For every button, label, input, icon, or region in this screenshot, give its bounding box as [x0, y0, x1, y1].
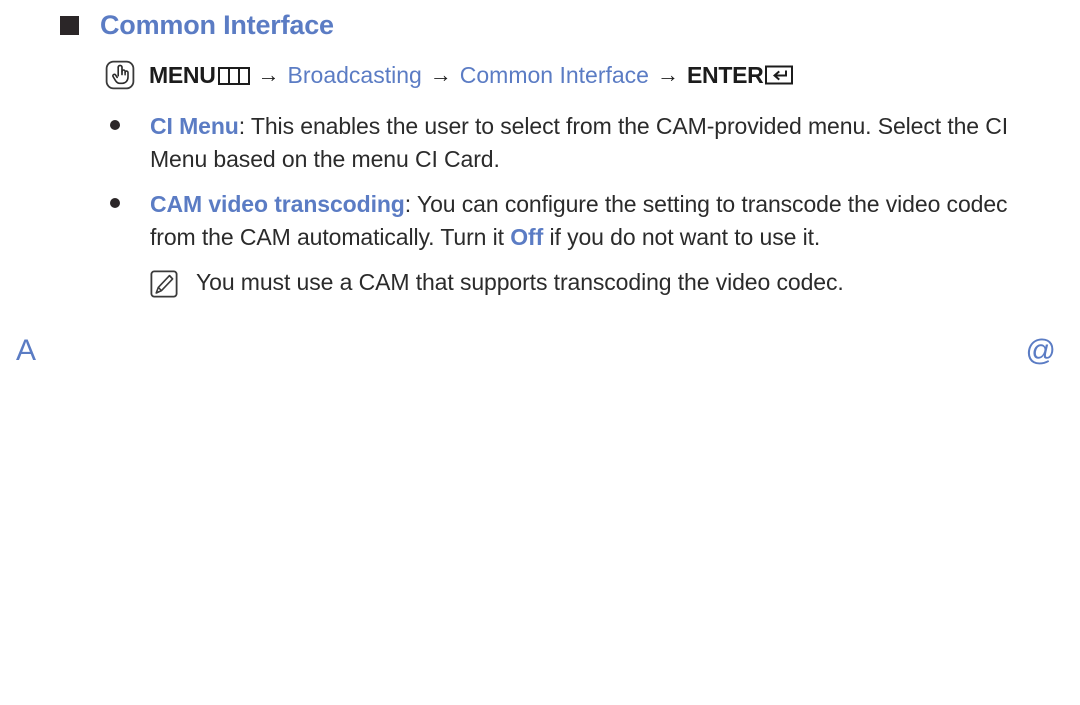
list-item-term: CAM video transcoding [150, 191, 405, 217]
list-item-body: CAM video transcoding: You can configure… [150, 188, 1040, 254]
list-item-description-after: if you do not want to use it. [543, 224, 821, 250]
path-arrow-1: → [257, 62, 280, 87]
list-item-term: CI Menu [150, 113, 239, 139]
menu-button-icon [217, 66, 250, 85]
page-title: Common Interface [100, 10, 334, 40]
menu-path-breadcrumb: MENU → Broadcasting → Common Interface →… [105, 60, 794, 90]
touch-hand-icon [105, 60, 135, 90]
footer-right-mark: @ [1025, 334, 1056, 367]
manual-page: Common Interface MENU → Broadcasting → C… [0, 0, 1080, 705]
list-item-description: This enables the user to select from the… [150, 113, 1009, 172]
note-pencil-icon [150, 270, 178, 298]
heading-square-bullet-icon [60, 16, 79, 35]
list-item-body: CI Menu: This enables the user to select… [150, 110, 1040, 176]
footer-left-mark: A [16, 334, 37, 367]
enter-button-label: ENTER [686, 61, 764, 88]
bullet-dot-icon [110, 198, 120, 208]
menu-button-label: MENU [149, 61, 216, 88]
list-item: CI Menu: This enables the user to select… [110, 110, 1040, 176]
bullet-dot-icon [110, 120, 120, 130]
note-text: You must use a CAM that supports transco… [196, 269, 844, 295]
feature-list: CI Menu: This enables the user to select… [110, 110, 1040, 299]
enter-return-icon [765, 65, 794, 85]
path-arrow-3: → [656, 62, 679, 87]
list-item: CAM video transcoding: You can configure… [110, 188, 1040, 254]
page-heading: Common Interface [60, 12, 334, 39]
note-callout: You must use a CAM that supports transco… [150, 266, 1040, 299]
path-step-broadcasting[interactable]: Broadcasting [288, 63, 422, 87]
setting-value-off: Off [510, 224, 544, 250]
path-arrow-2: → [429, 62, 452, 87]
path-step-common-interface[interactable]: Common Interface [460, 63, 649, 87]
